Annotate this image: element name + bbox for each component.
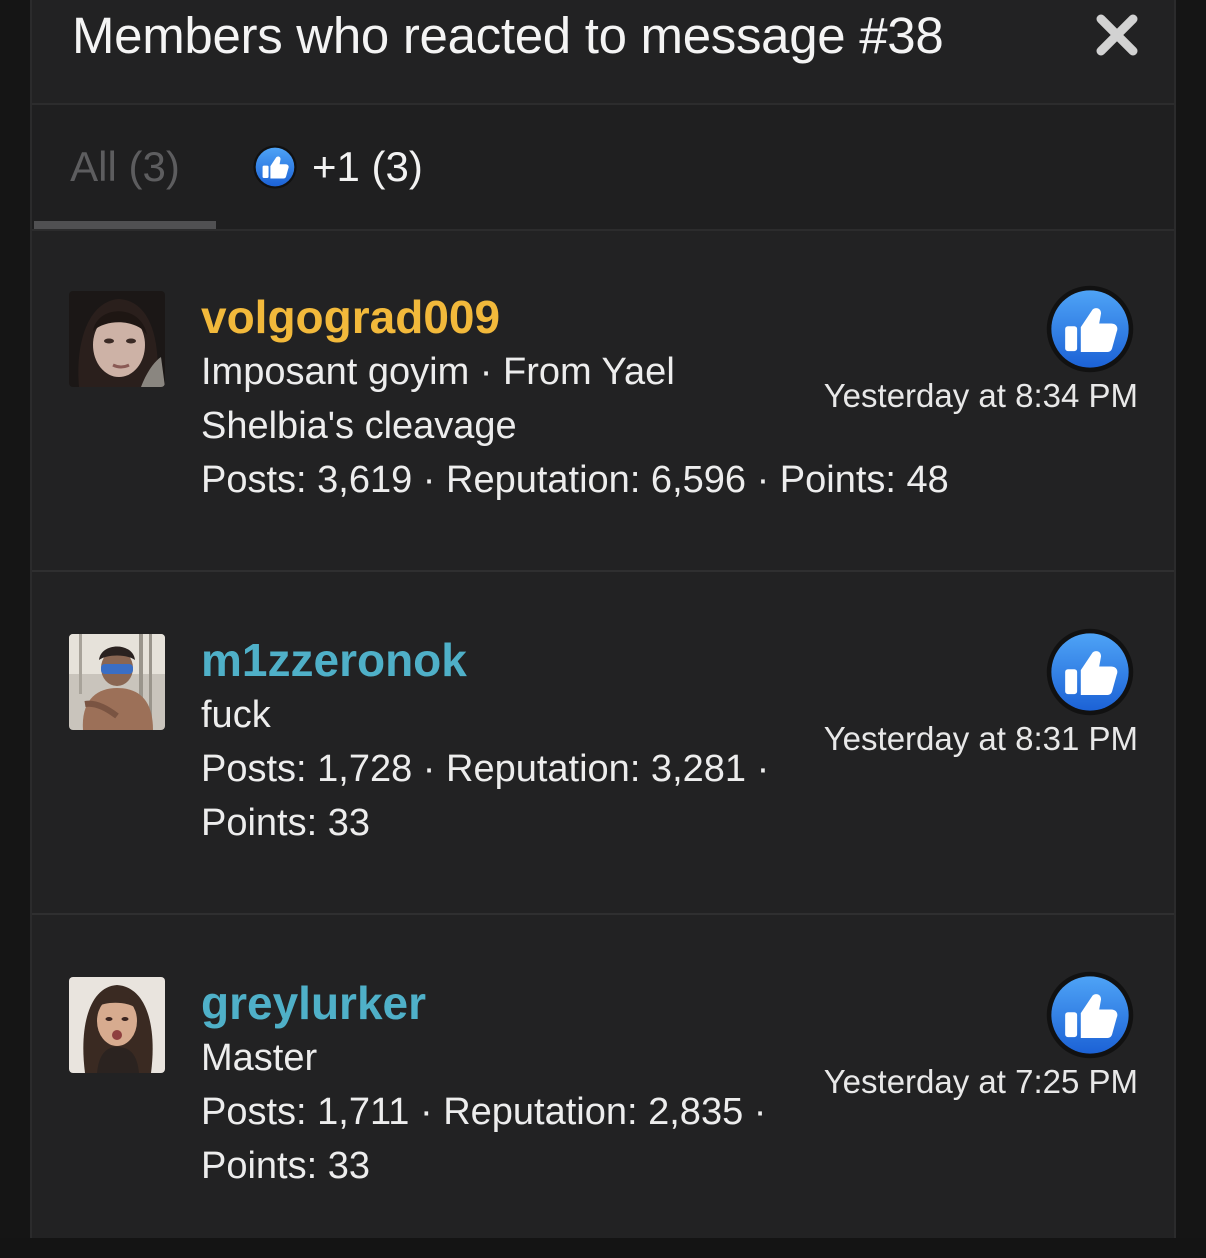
reaction-tabs: All (3) +1 (3): [32, 105, 1174, 231]
active-tab-indicator: [34, 221, 216, 229]
reaction-timestamp: Yesterday at 8:31 PM: [823, 720, 1138, 757]
thumbs-up-icon: [1044, 283, 1136, 375]
thumbs-up-icon: [1044, 969, 1136, 1061]
member-row: m1zzeronok fuck Posts: 1,728 · Reputatio…: [32, 574, 1174, 915]
member-stats: Points: 33: [201, 1145, 370, 1187]
dialog-title: Members who reacted to message #38: [72, 7, 944, 64]
reaction-timestamp: Yesterday at 7:25 PM: [823, 1063, 1138, 1100]
avatar-image: [69, 977, 165, 1073]
member-stats: Points: 33: [201, 802, 370, 844]
avatar-image: [69, 634, 165, 730]
reaction-timestamp: Yesterday at 8:34 PM: [823, 377, 1138, 414]
tab-plus-one-label: +1 (3): [312, 143, 423, 190]
tab-all-label: All (3): [70, 143, 180, 190]
member-stats: Posts: 1,711 · Reputation: 2,835 ·: [201, 1091, 767, 1133]
avatar[interactable]: [69, 291, 165, 387]
username-link[interactable]: volgograd009: [201, 289, 821, 345]
member-title: Imposant goyim · From Yael: [201, 351, 675, 393]
avatar-image: [69, 291, 165, 387]
member-list: volgograd009 Imposant goyim · From Yael …: [32, 231, 1174, 1238]
dialog-header: Members who reacted to message #38: [32, 0, 1174, 105]
close-icon: [1096, 14, 1138, 56]
member-row: volgograd009 Imposant goyim · From Yael …: [32, 231, 1174, 572]
username-link[interactable]: m1zzeronok: [201, 632, 821, 688]
member-stats: Posts: 3,619 · Reputation: 6,596 · Point…: [201, 459, 949, 501]
member-info: volgograd009 Imposant goyim · From Yael …: [201, 289, 949, 507]
member-info: greylurker Master Posts: 1,711 · Reputat…: [201, 975, 821, 1193]
username-link[interactable]: greylurker: [201, 975, 821, 1031]
thumbs-up-icon: [252, 144, 298, 190]
reactions-dialog: Members who reacted to message #38 All (…: [30, 0, 1176, 1238]
tab-all[interactable]: All (3): [34, 105, 216, 229]
member-title: Master: [201, 1037, 318, 1079]
member-title: fuck: [201, 694, 271, 736]
tab-plus-one[interactable]: +1 (3): [252, 105, 423, 229]
avatar[interactable]: [69, 634, 165, 730]
member-stats: Posts: 1,728 · Reputation: 3,281 ·: [201, 748, 770, 790]
close-button[interactable]: [1090, 8, 1144, 62]
member-row: greylurker Master Posts: 1,711 · Reputat…: [32, 917, 1174, 1258]
thumbs-up-icon: [1044, 626, 1136, 718]
avatar[interactable]: [69, 977, 165, 1073]
member-info: m1zzeronok fuck Posts: 1,728 · Reputatio…: [201, 632, 821, 850]
member-title: Shelbia's cleavage: [201, 405, 517, 447]
